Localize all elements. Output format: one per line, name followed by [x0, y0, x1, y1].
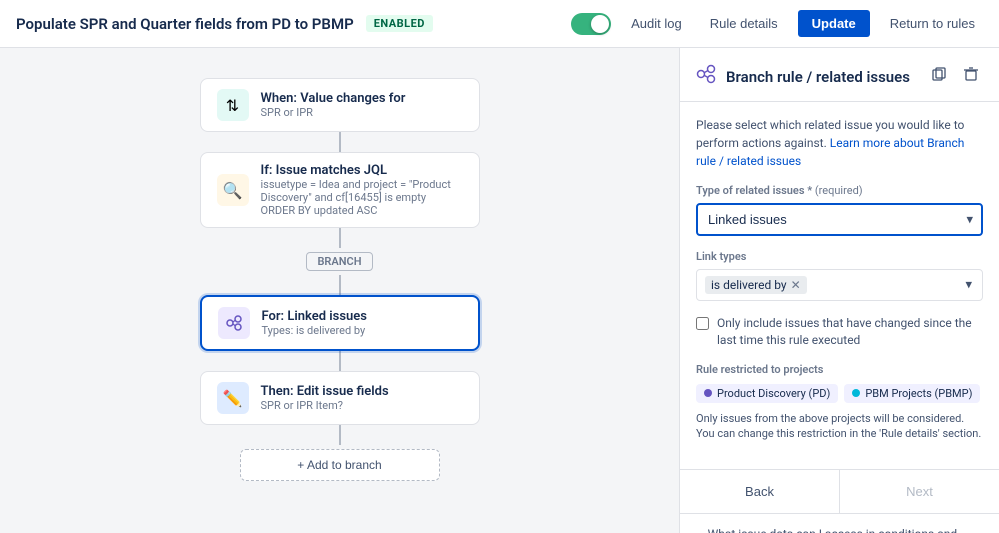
faq-text: What issue data can I access in conditio… — [708, 526, 983, 533]
trigger-node[interactable]: ⇅ When: Value changes for SPR or IPR — [200, 78, 480, 132]
type-form-group: Type of related issues * (required) Link… — [696, 184, 983, 236]
trigger-icon: ⇅ — [217, 89, 249, 121]
trigger-title: When: Value changes for — [261, 91, 406, 106]
workflow-canvas: ⇅ When: Value changes for SPR or IPR 🔍 I… — [0, 48, 679, 533]
audit-log-button[interactable]: Audit log — [623, 12, 690, 35]
restricted-label: Rule restricted to projects — [696, 363, 983, 376]
for-linked-node[interactable]: For: Linked issues Types: is delivered b… — [200, 295, 480, 351]
required-indicator: (required) — [815, 184, 863, 197]
page-title: Populate SPR and Quarter fields from PD … — [16, 15, 354, 33]
panel-header-icon — [696, 64, 716, 89]
linked-icon — [218, 307, 250, 339]
type-select[interactable]: Linked issues Epic Subtask Parent — [696, 203, 983, 236]
edit-node[interactable]: ✏️ Then: Edit issue fields SPR or IPR It… — [200, 371, 480, 425]
connector-5 — [339, 425, 341, 445]
enabled-badge: ENABLED — [366, 15, 433, 32]
connector-2 — [339, 228, 341, 248]
changed-checkbox[interactable] — [696, 317, 709, 330]
edit-sub: SPR or IPR Item? — [261, 399, 389, 412]
header: Populate SPR and Quarter fields from PD … — [0, 0, 999, 48]
for-linked-sub: Types: is delivered by — [262, 324, 367, 337]
panel-footer: Back Next — [680, 469, 999, 513]
delete-button[interactable] — [959, 64, 983, 89]
checkbox-label: Only include issues that have changed si… — [717, 315, 983, 349]
checkbox-row: Only include issues that have changed si… — [696, 315, 983, 349]
panel-description: Please select which related issue you wo… — [696, 116, 983, 170]
project-tag-pd: Product Discovery (PD) — [696, 384, 838, 403]
faq-row[interactable]: › What issue data can I access in condit… — [680, 513, 999, 533]
panel-actions — [927, 64, 983, 89]
tag-close-button[interactable]: ✕ — [791, 278, 801, 292]
rule-details-button[interactable]: Rule details — [702, 12, 786, 35]
flow-container: ⇅ When: Value changes for SPR or IPR 🔍 I… — [200, 78, 480, 481]
right-panel: Branch rule / related issues Please sele… — [679, 48, 999, 533]
connector-4 — [339, 351, 341, 371]
link-types-form-group: Link types is delivered by ✕ — [696, 250, 983, 301]
add-to-branch-button[interactable]: + Add to branch — [240, 449, 440, 481]
panel-body: Please select which related issue you wo… — [680, 102, 999, 469]
trigger-sub: SPR or IPR — [261, 106, 406, 119]
restricted-desc: Only issues from the above projects will… — [696, 411, 983, 442]
type-select-wrapper: Linked issues Epic Subtask Parent — [696, 203, 983, 236]
condition-icon: 🔍 — [217, 174, 249, 206]
connector-1 — [339, 132, 341, 152]
panel-title: Branch rule / related issues — [726, 68, 917, 86]
main-layout: ⇅ When: Value changes for SPR or IPR 🔍 I… — [0, 48, 999, 533]
edit-title: Then: Edit issue fields — [261, 384, 389, 399]
copy-button[interactable] — [927, 64, 951, 89]
panel-header: Branch rule / related issues — [680, 48, 999, 102]
next-button[interactable]: Next — [840, 470, 999, 513]
return-to-rules-button[interactable]: Return to rules — [882, 12, 983, 35]
restricted-section: Rule restricted to projects Product Disc… — [696, 363, 983, 442]
link-type-tag: is delivered by ✕ — [705, 276, 807, 294]
condition-sub: issuetype = Idea and project = "Product … — [261, 178, 463, 217]
project-tag-pbmp: PBM Projects (PBMP) — [844, 384, 980, 403]
project-dot-purple — [704, 389, 712, 397]
faq-chevron-icon: › — [696, 528, 700, 533]
for-linked-title: For: Linked issues — [262, 309, 367, 324]
link-types-select[interactable]: is delivered by ✕ — [696, 269, 983, 301]
condition-node[interactable]: 🔍 If: Issue matches JQL issuetype = Idea… — [200, 152, 480, 228]
back-button[interactable]: Back — [680, 470, 840, 513]
type-label: Type of related issues * (required) — [696, 184, 983, 197]
project-tags: Product Discovery (PD) PBM Projects (PBM… — [696, 384, 983, 403]
connector-3 — [339, 275, 341, 295]
link-types-label: Link types — [696, 250, 983, 263]
condition-title: If: Issue matches JQL — [261, 163, 463, 178]
update-button[interactable]: Update — [798, 10, 870, 37]
enable-toggle[interactable] — [571, 13, 611, 35]
project-dot-teal — [852, 389, 860, 397]
edit-icon: ✏️ — [217, 382, 249, 414]
branch-label: BRANCH — [306, 252, 372, 271]
